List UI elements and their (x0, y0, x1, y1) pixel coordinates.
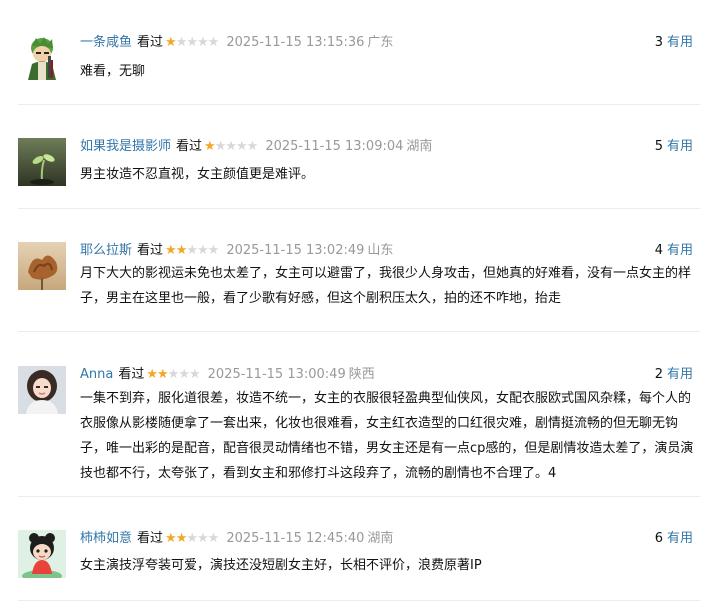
star-empty-icon: ★ (167, 367, 180, 382)
girl-portrait-avatar[interactable] (18, 366, 66, 414)
useful-button[interactable]: 有用 (667, 139, 693, 154)
comment-location: 湖南 (406, 139, 433, 154)
watch-status: 看过 (137, 531, 164, 546)
star-rating: ★★★★★ (165, 242, 220, 260)
vote-area: 4 有用 (655, 242, 693, 260)
comment-content: 男主妆造不忍直视，女主颜值更是难评。 (80, 167, 315, 182)
divider (18, 104, 700, 105)
vote-count: 5 (654, 139, 663, 154)
star-filled-icon: ★ (165, 243, 177, 258)
star-empty-icon: ★ (186, 531, 198, 546)
comment-location: 陕西 (348, 367, 375, 382)
useful-button[interactable]: 有用 (667, 243, 693, 258)
divider (18, 600, 700, 601)
star-empty-icon: ★ (225, 139, 237, 154)
zoro-cartoon-avatar[interactable] (18, 34, 66, 82)
vote-area: 6 有用 (655, 530, 693, 548)
author-link[interactable]: 柿柿如意 (80, 531, 132, 546)
watch-status: 看过 (176, 139, 203, 154)
star-empty-icon: ★ (236, 139, 248, 154)
star-filled-icon: ★ (146, 367, 158, 382)
divider (18, 208, 700, 209)
star-filled-icon: ★ (204, 139, 216, 154)
star-rating: ★★★★★ (204, 138, 259, 156)
star-filled-icon: ★ (157, 367, 169, 382)
vote-count: 2 (654, 367, 663, 382)
comment-meta: 一条咸鱼 看过 ★★★★★ 2025-11-15 13:15:36 广东 (80, 34, 393, 52)
watch-status: 看过 (137, 35, 164, 50)
flower-photo-avatar[interactable] (18, 242, 66, 290)
useful-button[interactable]: 有用 (667, 531, 693, 546)
star-empty-icon: ★ (186, 35, 198, 50)
vote-area: 2 有用 (655, 366, 693, 384)
comment-content: 难看，无聊 (80, 64, 146, 79)
star-filled-icon: ★ (175, 243, 188, 258)
comment-content: 女主演技浮夸装可爱，演技还没短剧女主好，长相不评价，浪费原著IP (80, 558, 482, 573)
star-empty-icon: ★ (197, 531, 209, 546)
star-empty-icon: ★ (178, 367, 190, 382)
comment-time: 2025-11-15 13:00:49 (207, 367, 346, 382)
author-link[interactable]: 一条咸鱼 (80, 35, 132, 50)
star-empty-icon: ★ (197, 35, 209, 50)
comment-meta: 耶么拉斯 看过 ★★★★★ 2025-11-15 13:02:49 山东 (80, 242, 393, 260)
star-empty-icon: ★ (188, 367, 201, 382)
author-link[interactable]: 耶么拉斯 (80, 243, 132, 258)
comment-meta: 柿柿如意 看过 ★★★★★ 2025-11-15 12:45:40 湖南 (80, 530, 393, 548)
star-empty-icon: ★ (197, 243, 209, 258)
star-empty-icon: ★ (186, 243, 198, 258)
star-empty-icon: ★ (207, 35, 220, 50)
star-filled-icon: ★ (175, 531, 188, 546)
divider (18, 331, 700, 332)
vote-count: 4 (654, 243, 663, 258)
star-empty-icon: ★ (207, 243, 220, 258)
useful-button[interactable]: 有用 (667, 35, 693, 50)
comment-location: 广东 (367, 35, 394, 50)
comment-time: 2025-11-15 12:45:40 (226, 531, 365, 546)
divider (18, 496, 700, 497)
watch-status: 看过 (118, 367, 145, 382)
star-empty-icon: ★ (214, 139, 227, 154)
comment-time: 2025-11-15 13:09:04 (265, 139, 404, 154)
star-rating: ★★★★★ (165, 530, 220, 548)
star-filled-icon: ★ (165, 531, 177, 546)
comment-location: 湖南 (367, 531, 394, 546)
comment-time: 2025-11-15 13:02:49 (226, 243, 365, 258)
vote-count: 3 (654, 35, 663, 50)
author-link[interactable]: Anna (80, 367, 113, 382)
comment-content: 一集不到弃，服化道很差，妆造不统一，女主的衣服很轻盈典型仙侠风，女配衣服欧式国风… (80, 391, 694, 481)
star-empty-icon: ★ (207, 531, 220, 546)
vote-area: 3 有用 (655, 34, 693, 52)
comment-content: 月下大大的影视运未免也太差了，女主可以避雷了，我很少人身攻击，但她真的好难看，没… (80, 266, 692, 306)
comment-meta: Anna 看过 ★★★★★ 2025-11-15 13:00:49 陕西 (80, 366, 375, 384)
watch-status: 看过 (137, 243, 164, 258)
vote-count: 6 (654, 531, 663, 546)
plant-sprout-avatar[interactable] (18, 138, 66, 186)
comment-meta: 如果我是摄影师 看过 ★★★★★ 2025-11-15 13:09:04 湖南 (80, 138, 432, 156)
star-empty-icon: ★ (246, 139, 259, 154)
comment-time: 2025-11-15 13:15:36 (226, 35, 365, 50)
author-link[interactable]: 如果我是摄影师 (80, 139, 171, 154)
star-rating: ★★★★★ (146, 366, 201, 384)
vote-area: 5 有用 (655, 138, 693, 156)
star-rating: ★★★★★ (165, 34, 220, 52)
cartoon-child-avatar[interactable] (18, 530, 66, 578)
star-filled-icon: ★ (165, 35, 177, 50)
comment-location: 山东 (367, 243, 394, 258)
useful-button[interactable]: 有用 (667, 367, 693, 382)
star-empty-icon: ★ (175, 35, 188, 50)
